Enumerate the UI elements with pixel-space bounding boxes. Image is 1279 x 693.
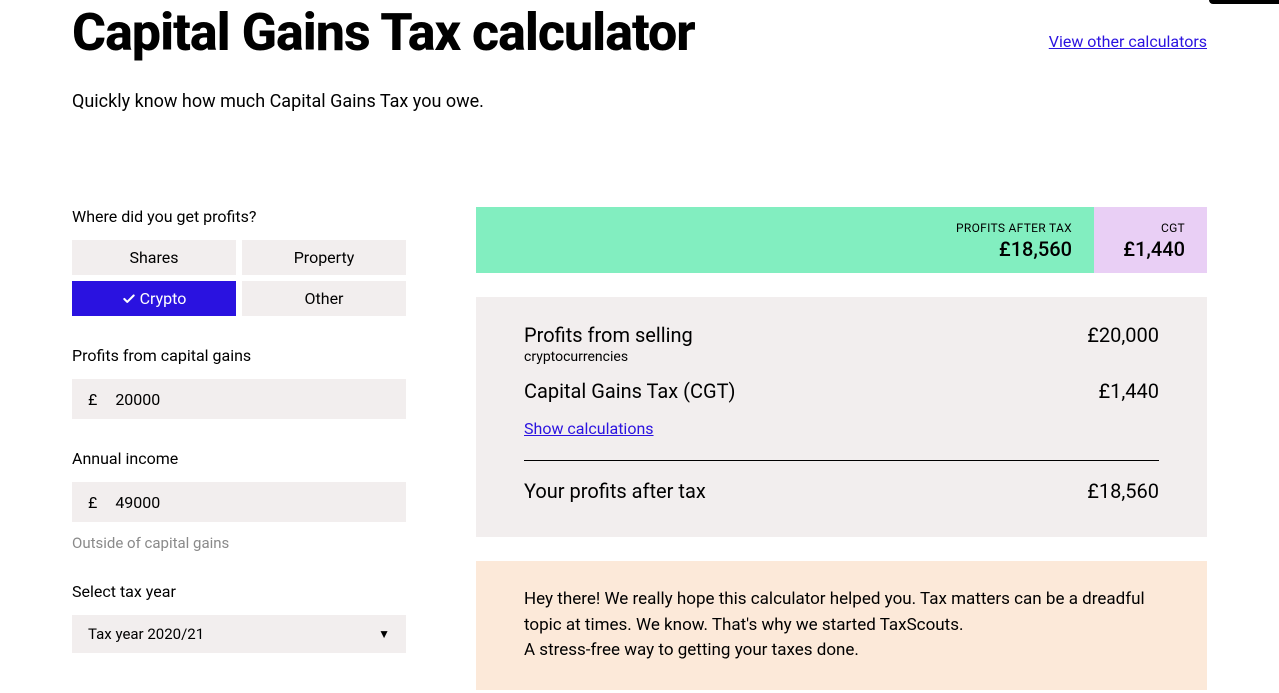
summary-profits-after-tax: PROFITS AFTER TAX £18,560	[476, 207, 1094, 273]
summary-cgt-value: £1,440	[1116, 237, 1185, 261]
currency-symbol: £	[88, 493, 97, 512]
page-subtitle: Quickly know how much Capital Gains Tax …	[72, 91, 1207, 112]
tax-year-label: Select tax year	[72, 582, 406, 601]
profits-source-group: Shares Property Crypto Other	[72, 240, 406, 316]
profits-source-shares[interactable]: Shares	[72, 240, 236, 275]
summary-bar: PROFITS AFTER TAX £18,560 CGT £1,440	[476, 207, 1207, 273]
view-other-calculators-link[interactable]: View other calculators	[1049, 32, 1207, 51]
annual-income-input-wrap: £	[72, 482, 406, 522]
results-divider	[524, 460, 1159, 461]
promo-card: Hey there! We really hope this calculato…	[476, 561, 1207, 690]
result-after-tax-value: £18,560	[1087, 479, 1159, 503]
profits-source-crypto[interactable]: Crypto	[72, 281, 236, 316]
profits-amount-input-wrap: £	[72, 379, 406, 419]
profits-source-property[interactable]: Property	[242, 240, 406, 275]
profits-source-other[interactable]: Other	[242, 281, 406, 316]
currency-symbol: £	[88, 390, 97, 409]
tax-year-value: Tax year 2020/21	[88, 625, 378, 643]
summary-cgt-label: CGT	[1116, 221, 1185, 235]
profits-source-crypto-label: Crypto	[140, 289, 187, 308]
result-cgt-value: £1,440	[1098, 379, 1159, 403]
result-cgt-label: Capital Gains Tax (CGT)	[524, 379, 736, 403]
check-icon	[122, 292, 136, 306]
annual-income-helper: Outside of capital gains	[72, 534, 406, 552]
profits-amount-label: Profits from capital gains	[72, 346, 406, 365]
show-calculations-link[interactable]: Show calculations	[524, 419, 654, 438]
result-profits-sublabel: cryptocurrencies	[524, 349, 693, 365]
summary-profits-value: £18,560	[498, 237, 1072, 261]
profits-amount-input[interactable]	[115, 390, 390, 409]
summary-profits-label: PROFITS AFTER TAX	[498, 221, 1072, 235]
promo-text-2: A stress-free way to getting your taxes …	[524, 638, 1159, 664]
result-after-tax-label: Your profits after tax	[524, 479, 706, 503]
chevron-down-icon: ▼	[378, 627, 390, 641]
page-title: Capital Gains Tax calculator	[72, 4, 695, 61]
annual-income-input[interactable]	[115, 493, 390, 512]
summary-cgt: CGT £1,440	[1094, 207, 1207, 273]
result-profits-value: £20,000	[1087, 323, 1159, 347]
annual-income-label: Annual income	[72, 449, 406, 468]
result-profits-label: Profits from selling	[524, 323, 693, 347]
results-card: Profits from selling cryptocurrencies £2…	[476, 297, 1207, 537]
tax-year-select[interactable]: Tax year 2020/21 ▼	[72, 615, 406, 653]
promo-text-1: Hey there! We really hope this calculato…	[524, 587, 1159, 638]
profits-source-label: Where did you get profits?	[72, 207, 406, 226]
